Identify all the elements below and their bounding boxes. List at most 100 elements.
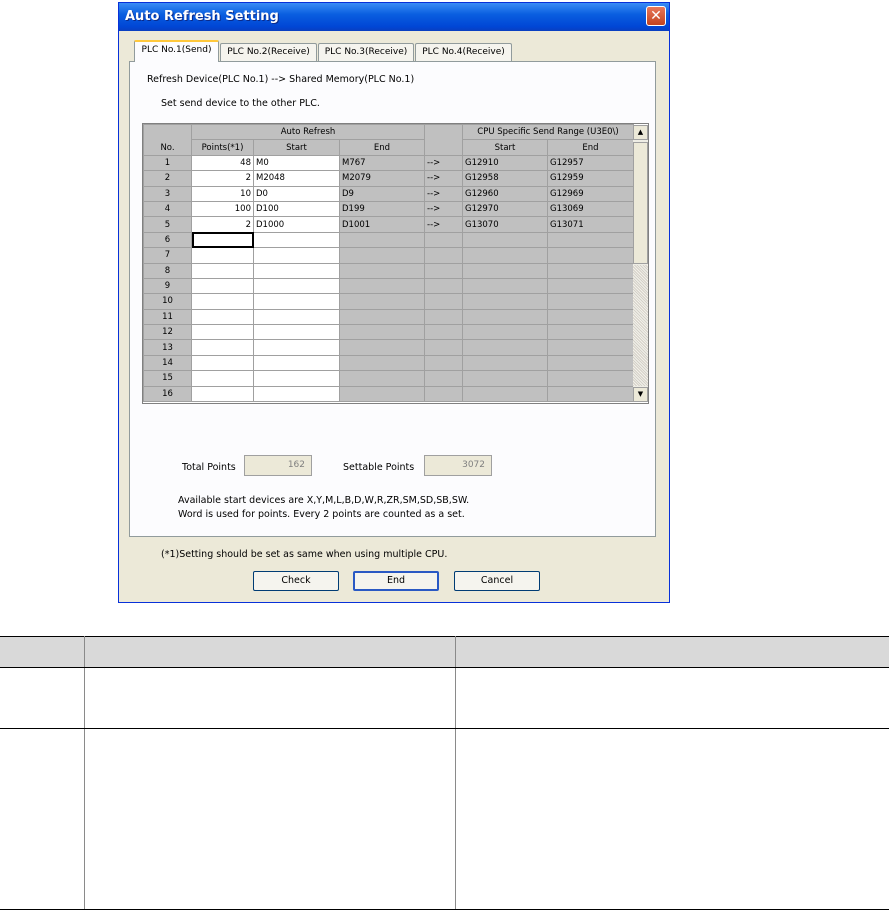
row-number: 8 — [143, 262, 192, 279]
table-cell — [455, 728, 889, 910]
table-row: 14 — [143, 354, 634, 372]
table-row: 7 — [143, 247, 634, 264]
cpu-start-cell — [462, 339, 548, 356]
check-button[interactable]: Check — [253, 571, 339, 591]
points-cell[interactable]: 100 — [191, 200, 254, 218]
row-number: 11 — [143, 308, 192, 326]
end-device-cell: D1001 — [339, 216, 425, 233]
col-end-header: End — [339, 139, 425, 156]
scroll-track[interactable] — [633, 265, 648, 386]
start-device-cell[interactable]: D100 — [253, 200, 340, 218]
row-number: 13 — [143, 339, 192, 356]
end-device-cell — [339, 231, 425, 249]
row-number: 6 — [143, 231, 192, 249]
cpu-start-cell — [462, 385, 548, 403]
start-device-cell[interactable] — [253, 385, 340, 403]
points-cell[interactable] — [191, 308, 254, 326]
points-cell[interactable] — [191, 231, 254, 249]
cpu-start-cell — [462, 277, 548, 295]
row-number: 4 — [143, 200, 192, 218]
row-number: 5 — [143, 216, 192, 233]
tab-plc-no1-send[interactable]: PLC No.1(Send) — [134, 40, 219, 62]
points-cell[interactable] — [191, 262, 254, 279]
end-device-cell — [339, 324, 425, 341]
scroll-thumb[interactable] — [633, 142, 648, 264]
table-row: 9 — [143, 277, 634, 295]
start-device-cell[interactable] — [253, 293, 340, 310]
tab-plc-no2-receive[interactable]: PLC No.2(Receive) — [220, 43, 317, 61]
points-cell[interactable]: 2 — [191, 216, 254, 233]
cancel-button[interactable]: Cancel — [454, 571, 540, 591]
title-bar[interactable]: Auto Refresh Setting ✕ — [119, 3, 669, 31]
points-cell[interactable]: 2 — [191, 170, 254, 187]
start-device-cell[interactable] — [253, 262, 340, 279]
scroll-up-icon[interactable]: ▲ — [633, 125, 648, 140]
cpu-end-cell — [547, 339, 634, 356]
table-cell — [84, 667, 456, 729]
start-device-cell[interactable]: M2048 — [253, 170, 340, 187]
start-device-cell[interactable] — [253, 231, 340, 249]
cpu-end-cell: G12959 — [547, 170, 634, 187]
start-device-cell[interactable]: M0 — [253, 154, 340, 172]
points-cell[interactable]: 10 — [191, 185, 254, 202]
row-number: 1 — [143, 154, 192, 172]
start-device-cell[interactable] — [253, 370, 340, 387]
start-device-cell[interactable] — [253, 308, 340, 326]
row-number: 16 — [143, 385, 192, 403]
start-device-cell[interactable] — [253, 339, 340, 356]
table-cell — [0, 728, 85, 910]
description-table-header — [0, 636, 889, 668]
col-start-header: Start — [253, 139, 340, 156]
table-row: 8 — [143, 262, 634, 279]
table-row: 13 — [143, 339, 634, 356]
points-cell[interactable] — [191, 324, 254, 341]
close-icon[interactable]: ✕ — [646, 6, 666, 26]
word-points-note: Word is used for points. Every 2 points … — [178, 509, 465, 520]
auto-refresh-header: Auto Refresh — [191, 124, 425, 141]
scroll-down-icon[interactable]: ▼ — [633, 387, 648, 402]
tab-plc-no3-receive[interactable]: PLC No.3(Receive) — [318, 43, 414, 61]
table-row: 10 — [143, 293, 634, 310]
start-device-cell[interactable]: D1000 — [253, 216, 340, 233]
cpu-end-cell — [547, 247, 634, 264]
cpu-end-cell — [547, 293, 634, 310]
arrow-cell: --> — [424, 185, 463, 202]
start-device-cell[interactable] — [253, 354, 340, 372]
points-cell[interactable] — [191, 339, 254, 356]
arrow-cell — [424, 354, 463, 372]
cpu-end-cell — [547, 277, 634, 295]
end-device-cell: D199 — [339, 200, 425, 218]
instruction-label: Set send device to the other PLC. — [161, 98, 320, 109]
points-cell[interactable] — [191, 293, 254, 310]
points-cell[interactable] — [191, 385, 254, 403]
cpu-start-cell — [462, 231, 548, 249]
points-cell[interactable] — [191, 247, 254, 264]
table-row: 16 — [143, 385, 634, 403]
points-cell[interactable] — [191, 277, 254, 295]
row-number: 3 — [143, 185, 192, 202]
tab-plc-no4-receive[interactable]: PLC No.4(Receive) — [415, 43, 512, 61]
points-cell[interactable]: 48 — [191, 154, 254, 172]
table-row: 12 — [143, 324, 634, 341]
arrow-cell — [424, 385, 463, 403]
arrow-cell: --> — [424, 200, 463, 218]
end-button[interactable]: End — [353, 571, 439, 591]
total-points-field: 162 — [244, 455, 312, 476]
row-number: 10 — [143, 293, 192, 310]
points-cell[interactable] — [191, 370, 254, 387]
grid-vertical-scrollbar[interactable]: ▲ ▼ — [633, 125, 648, 402]
end-device-cell — [339, 277, 425, 295]
cpu-end-cell — [547, 308, 634, 326]
start-device-cell[interactable] — [253, 247, 340, 264]
window-title: Auto Refresh Setting — [125, 9, 279, 24]
cpu-start-cell: G12970 — [462, 200, 548, 218]
cpu-end-cell — [547, 385, 634, 403]
start-device-cell[interactable] — [253, 277, 340, 295]
row-number: 2 — [143, 170, 192, 187]
cpu-end-cell — [547, 262, 634, 279]
start-device-cell[interactable] — [253, 324, 340, 341]
start-device-cell[interactable]: D0 — [253, 185, 340, 202]
end-device-cell — [339, 247, 425, 264]
points-cell[interactable] — [191, 354, 254, 372]
available-devices-note: Available start devices are X,Y,M,L,B,D,… — [178, 495, 470, 506]
